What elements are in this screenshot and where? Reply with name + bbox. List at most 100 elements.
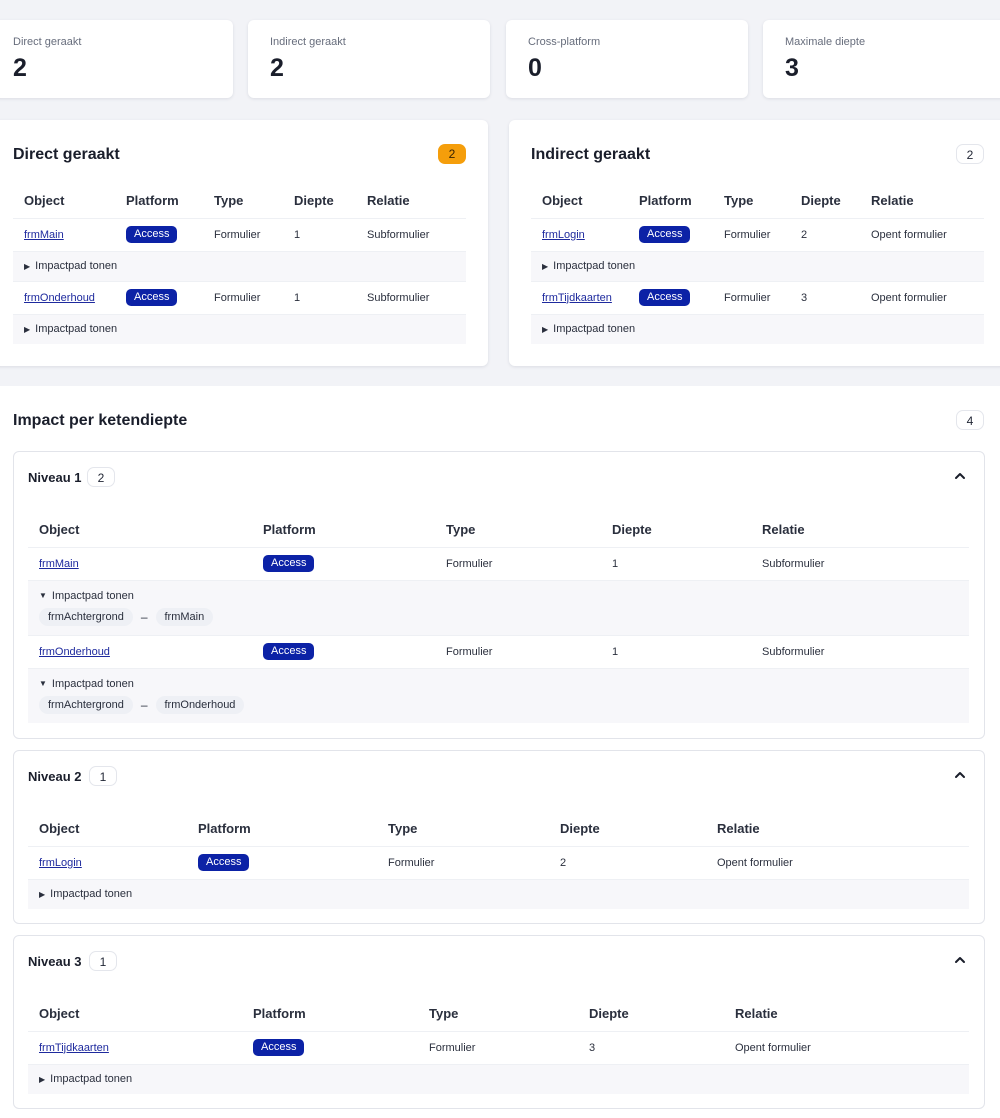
panel-title: Indirect geraakt: [531, 146, 651, 163]
level-table: Object Platform Type Diepte Relatie frmT…: [28, 996, 969, 1094]
table-header-row: Object Platform Type Diepte Relatie: [13, 183, 466, 219]
impact-path-toggle[interactable]: ▼ Impactpad tonen: [39, 590, 134, 602]
col-header: Object: [28, 996, 253, 1032]
impact-path-row: ▶ Impactpad tonen: [28, 879, 969, 909]
type-cell: Formulier: [214, 281, 294, 315]
col-header: Object: [28, 811, 198, 847]
type-cell: Formulier: [214, 218, 294, 252]
level-title: Niveau 3: [28, 954, 82, 969]
table-row: frmOnderhoud Access Formulier 1 Subformu…: [28, 635, 969, 669]
stat-card-direct: Direct geraakt 2: [0, 20, 233, 98]
table-header-row: Object Platform Type Diepte Relatie: [28, 512, 969, 548]
relation-cell: Subformulier: [367, 218, 466, 252]
impact-path-label: Impactpad tonen: [35, 323, 118, 336]
col-header: Diepte: [560, 811, 717, 847]
path-node: frmMain: [155, 607, 214, 626]
triangle-right-icon: ▶: [39, 889, 46, 899]
platform-badge: Access: [253, 1039, 305, 1056]
chevron-up-icon[interactable]: [954, 954, 966, 966]
col-header: Diepte: [589, 996, 735, 1032]
col-header: Type: [429, 996, 589, 1032]
platform-badge: Access: [263, 643, 315, 660]
stat-card-max-depth: Maximale diepte 3: [763, 20, 1000, 98]
object-link[interactable]: frmMain: [24, 229, 64, 241]
table-row: frmTijdkaarten Access Formulier 3 Opent …: [28, 1031, 969, 1065]
impact-path-toggle[interactable]: ▼ Impactpad tonen: [39, 678, 134, 690]
indirect-impact-panel: Indirect geraakt 2 Object Platform Type …: [509, 120, 1000, 366]
impact-path-row: ▼ Impactpad tonen frmAchtergrond – frmOnd…: [28, 668, 969, 723]
triangle-down-icon: ▼: [39, 591, 47, 601]
path-node: frmAchtergrond: [39, 607, 133, 626]
count-badge: 2: [956, 144, 984, 164]
impact-path-toggle[interactable]: ▶ Impactpad tonen: [24, 323, 117, 335]
platform-badge: Access: [639, 289, 691, 306]
col-header: Type: [446, 512, 612, 548]
stat-card-cross-platform: Cross-platform 0: [506, 20, 748, 98]
impact-path-row: ▶ Impactpad tonen: [13, 314, 466, 344]
table-row: frmLogin Access Formulier 2 Opent formul…: [531, 218, 984, 252]
col-header: Type: [724, 183, 801, 219]
impact-path-toggle[interactable]: ▶ Impactpad tonen: [542, 323, 635, 335]
object-link[interactable]: frmTijdkaarten: [39, 1042, 109, 1054]
type-cell: Formulier: [446, 635, 612, 669]
stat-label: Indirect geraakt: [270, 36, 346, 48]
col-header: Type: [214, 183, 294, 219]
col-header: Diepte: [801, 183, 871, 219]
impact-path-toggle[interactable]: ▶ Impactpad tonen: [24, 260, 117, 272]
triangle-down-icon: ▼: [39, 679, 47, 689]
impact-path-row: ▶ Impactpad tonen: [531, 314, 984, 344]
impact-path-row: ▼ Impactpad tonen frmAchtergrond – frmMai…: [28, 580, 969, 636]
level-title: Niveau 2: [28, 769, 82, 784]
impact-path-toggle[interactable]: ▶ Impactpad tonen: [39, 888, 132, 900]
table-header-row: Object Platform Type Diepte Relatie: [28, 811, 969, 847]
type-cell: Formulier: [724, 281, 801, 315]
object-link[interactable]: frmTijdkaarten: [542, 292, 612, 304]
stat-value: 3: [785, 54, 799, 82]
col-header: Platform: [126, 183, 214, 219]
level-title: Niveau 1: [28, 470, 82, 485]
level-count-badge: 2: [87, 467, 115, 487]
object-link[interactable]: frmOnderhoud: [24, 292, 95, 304]
col-header: Relatie: [762, 512, 969, 548]
object-link[interactable]: frmLogin: [542, 229, 585, 241]
impact-path-label: Impactpad tonen: [50, 1073, 133, 1086]
depth-cell: 3: [801, 281, 871, 315]
platform-badge: Access: [263, 555, 315, 572]
impact-path-label: Impactpad tonen: [51, 589, 134, 602]
object-link[interactable]: frmLogin: [39, 857, 82, 869]
table-row: frmMain Access Formulier 1 Subformulier: [13, 218, 466, 252]
col-header: Diepte: [294, 183, 367, 219]
object-link[interactable]: frmMain: [39, 558, 79, 570]
platform-badge: Access: [126, 226, 178, 243]
impact-per-depth-section: Impact per ketendiepte 4 Niveau 1 2 Obje…: [0, 386, 1000, 1118]
stat-value: 2: [270, 54, 284, 82]
path-node: frmOnderhoud: [155, 695, 245, 714]
impact-path-label: Impactpad tonen: [50, 888, 133, 901]
impact-path-toggle[interactable]: ▶ Impactpad tonen: [39, 1073, 132, 1085]
relation-cell: Opent formulier: [871, 218, 984, 252]
col-header: Platform: [198, 811, 388, 847]
impact-path-toggle[interactable]: ▶ Impactpad tonen: [542, 260, 635, 272]
chevron-up-icon[interactable]: [954, 470, 966, 482]
section-title: Impact per ketendiepte: [13, 412, 188, 429]
path-separator: –: [140, 609, 148, 624]
platform-badge: Access: [126, 289, 178, 306]
table-header-row: Object Platform Type Diepte Relatie: [531, 183, 984, 219]
impact-path-chain: frmAchtergrond – frmOnderhoud: [39, 695, 969, 714]
impact-path-label: Impactpad tonen: [553, 260, 636, 272]
type-cell: Formulier: [429, 1031, 589, 1065]
object-link[interactable]: frmOnderhoud: [39, 646, 110, 658]
col-header: Relatie: [735, 996, 969, 1032]
depth-cell: 1: [294, 281, 367, 315]
chevron-up-icon[interactable]: [954, 769, 966, 781]
depth-cell: 1: [294, 218, 367, 252]
level-card-2: Niveau 2 1 Object Platform Type Diepte R…: [13, 750, 985, 924]
level-table: Object Platform Type Diepte Relatie frmM…: [28, 512, 969, 723]
relation-cell: Opent formulier: [871, 281, 984, 315]
stat-label: Direct geraakt: [13, 36, 82, 48]
col-header: Object: [531, 183, 639, 219]
triangle-right-icon: ▶: [542, 324, 549, 334]
count-badge: 2: [438, 144, 466, 164]
depth-cell: 2: [801, 218, 871, 252]
col-header: Type: [388, 811, 560, 847]
